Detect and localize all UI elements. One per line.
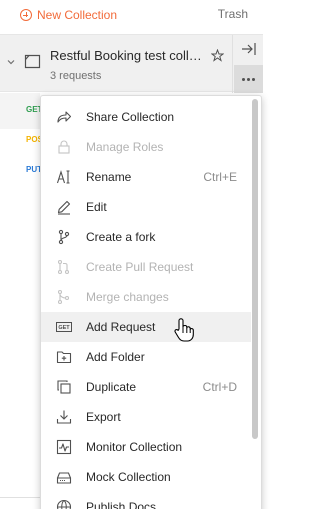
menu-item-label: Create Pull Request [86, 260, 194, 274]
menu-item-add-folder[interactable]: Add Folder [41, 342, 251, 372]
request-put-item[interactable]: PUT [0, 153, 42, 189]
menu-item-label: Mock Collection [86, 470, 171, 484]
menu-item-create-pull-request[interactable]: Create Pull Request [41, 252, 251, 282]
menu-item-rename[interactable]: Rename Ctrl+E [41, 162, 251, 192]
plus-circle-icon [20, 9, 32, 21]
pencil-icon [57, 200, 71, 215]
merge-icon [57, 289, 70, 305]
shortcut-label: Ctrl+E [203, 170, 237, 184]
new-collection-label: New Collection [37, 8, 118, 22]
rename-icon [56, 170, 70, 184]
menu-item-edit[interactable]: Edit [41, 192, 251, 222]
menu-item-label: Add Request [86, 320, 156, 334]
collection-folder-icon [24, 54, 41, 69]
menu-item-label: Edit [86, 200, 107, 214]
add-folder-icon [56, 351, 72, 364]
collection-context-menu: Share Collection Manage Roles Rename Ctr… [40, 95, 262, 509]
dot-icon [242, 77, 245, 81]
menu-item-manage-roles[interactable]: Manage Roles [41, 132, 251, 162]
menu-item-label: Create a fork [86, 230, 156, 244]
shortcut-label: Ctrl+D [202, 380, 237, 394]
menu-item-share-collection[interactable]: Share Collection [41, 102, 251, 132]
dot-icon [247, 77, 250, 81]
menu-item-label: Share Collection [86, 110, 175, 124]
globe-icon [56, 499, 72, 509]
pull-request-icon [57, 259, 70, 275]
trash-link[interactable]: Trash [218, 7, 248, 21]
export-icon [56, 410, 72, 424]
menu-item-label: Rename [86, 170, 132, 184]
menu-scrollbar-thumb[interactable] [252, 99, 258, 439]
menu-item-label: Monitor Collection [86, 440, 183, 454]
menu-item-label: Merge changes [86, 290, 169, 304]
menu-item-label: Add Folder [86, 350, 145, 364]
chevron-down-icon[interactable] [7, 58, 15, 66]
open-pane-icon[interactable] [241, 42, 257, 56]
menu-item-duplicate[interactable]: Duplicate Ctrl+D [41, 372, 251, 402]
sidebar-bottom-divider [0, 497, 40, 498]
duplicate-icon [57, 380, 71, 394]
collection-name[interactable]: Restful Booking test collection [50, 48, 204, 63]
row-divider [232, 35, 233, 93]
get-request-icon: GET [56, 322, 72, 332]
share-icon [57, 111, 72, 123]
collection-row[interactable]: Restful Booking test collection 3 reques… [0, 34, 263, 93]
dot-icon [252, 77, 255, 81]
collection-request-count: 3 requests [50, 70, 102, 82]
new-collection-button[interactable]: New Collection [20, 6, 117, 24]
star-icon[interactable] [211, 49, 224, 62]
menu-scrollbar[interactable] [252, 99, 258, 509]
menu-item-label: Duplicate [86, 380, 137, 394]
menu-item-monitor-collection[interactable]: Monitor Collection [41, 432, 251, 462]
lock-icon [58, 140, 70, 154]
menu-item-label: Publish Docs [86, 500, 157, 509]
menu-item-create-fork[interactable]: Create a fork [41, 222, 251, 252]
menu-item-publish-docs[interactable]: Publish Docs [41, 492, 251, 509]
menu-item-merge-changes[interactable]: Merge changes [41, 282, 251, 312]
menu-item-label: Export [86, 410, 121, 424]
get-badge-text: GET [58, 325, 70, 331]
fork-icon [58, 229, 70, 245]
more-actions-button[interactable] [234, 65, 263, 93]
menu-item-add-request[interactable]: GET Add Request [41, 312, 251, 342]
menu-item-export[interactable]: Export [41, 402, 251, 432]
menu-item-mock-collection[interactable]: Mock Collection [41, 462, 251, 492]
monitor-icon [56, 439, 72, 455]
menu-item-label: Manage Roles [86, 140, 164, 154]
mock-server-icon [56, 472, 72, 484]
sidebar-topbar: New Collection Trash [0, 0, 263, 30]
